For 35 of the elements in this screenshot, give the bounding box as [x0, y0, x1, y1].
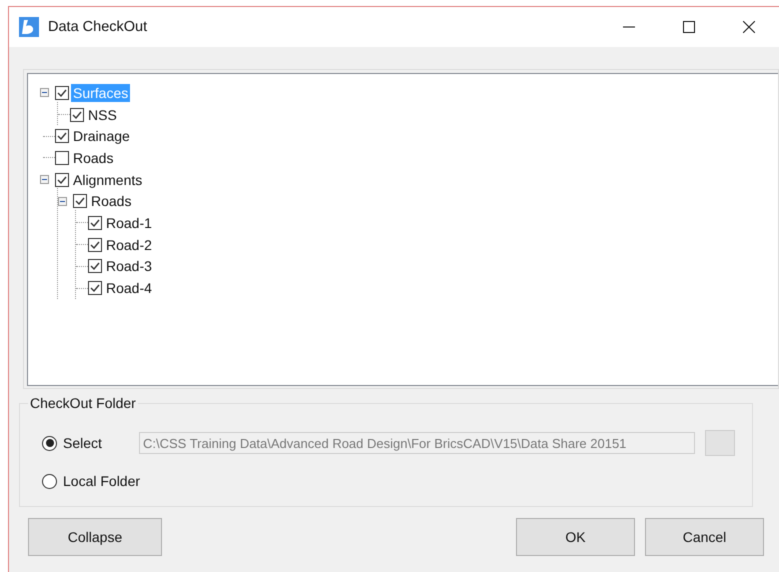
group-title: CheckOut Folder [28, 395, 138, 411]
collapse-icon[interactable] [58, 196, 67, 206]
tree-item[interactable]: Alignments [71, 170, 144, 189]
checkbox[interactable] [55, 150, 69, 165]
tree-item[interactable]: Roads [89, 192, 134, 210]
tree-item[interactable]: Drainage [71, 127, 132, 146]
tree-item[interactable]: Road-4 [104, 279, 154, 298]
radio-button[interactable] [42, 436, 57, 450]
checkbox[interactable] [70, 108, 84, 122]
collapse-icon[interactable] [40, 88, 49, 98]
dialog-button[interactable]: Cancel [645, 518, 764, 556]
radio-label: Local Folder [63, 473, 140, 489]
dialog-button[interactable]: Collapse [28, 518, 162, 556]
tree-item[interactable]: Roads [71, 148, 116, 167]
dialog-button[interactable]: OK [516, 518, 635, 556]
checkbox[interactable] [55, 86, 69, 100]
app-logo-icon [19, 17, 39, 37]
close-icon [743, 21, 755, 33]
checkbox[interactable] [88, 216, 102, 230]
collapse-icon[interactable] [40, 175, 49, 184]
checkbox[interactable] [88, 281, 102, 296]
path-field[interactable]: C:\CSS Training Data\Advanced Road Design\For BricsCAD\V15\Data Share 20151 [139, 432, 695, 454]
window-title: Data CheckOut [48, 19, 148, 35]
checkbox[interactable] [73, 194, 87, 208]
radio-label: Select [63, 435, 103, 451]
checkbox[interactable] [88, 238, 102, 252]
tree-item[interactable]: Road-2 [104, 236, 154, 254]
tree-item[interactable]: Road-1 [104, 214, 154, 232]
tree-item[interactable]: Road-3 [104, 257, 154, 276]
tree-item[interactable]: NSS [86, 106, 119, 124]
checkbox[interactable] [88, 259, 102, 274]
checkbox[interactable] [55, 129, 69, 144]
radio-button[interactable] [42, 474, 57, 488]
maximize-icon [683, 21, 695, 33]
checkbox[interactable] [55, 172, 69, 187]
